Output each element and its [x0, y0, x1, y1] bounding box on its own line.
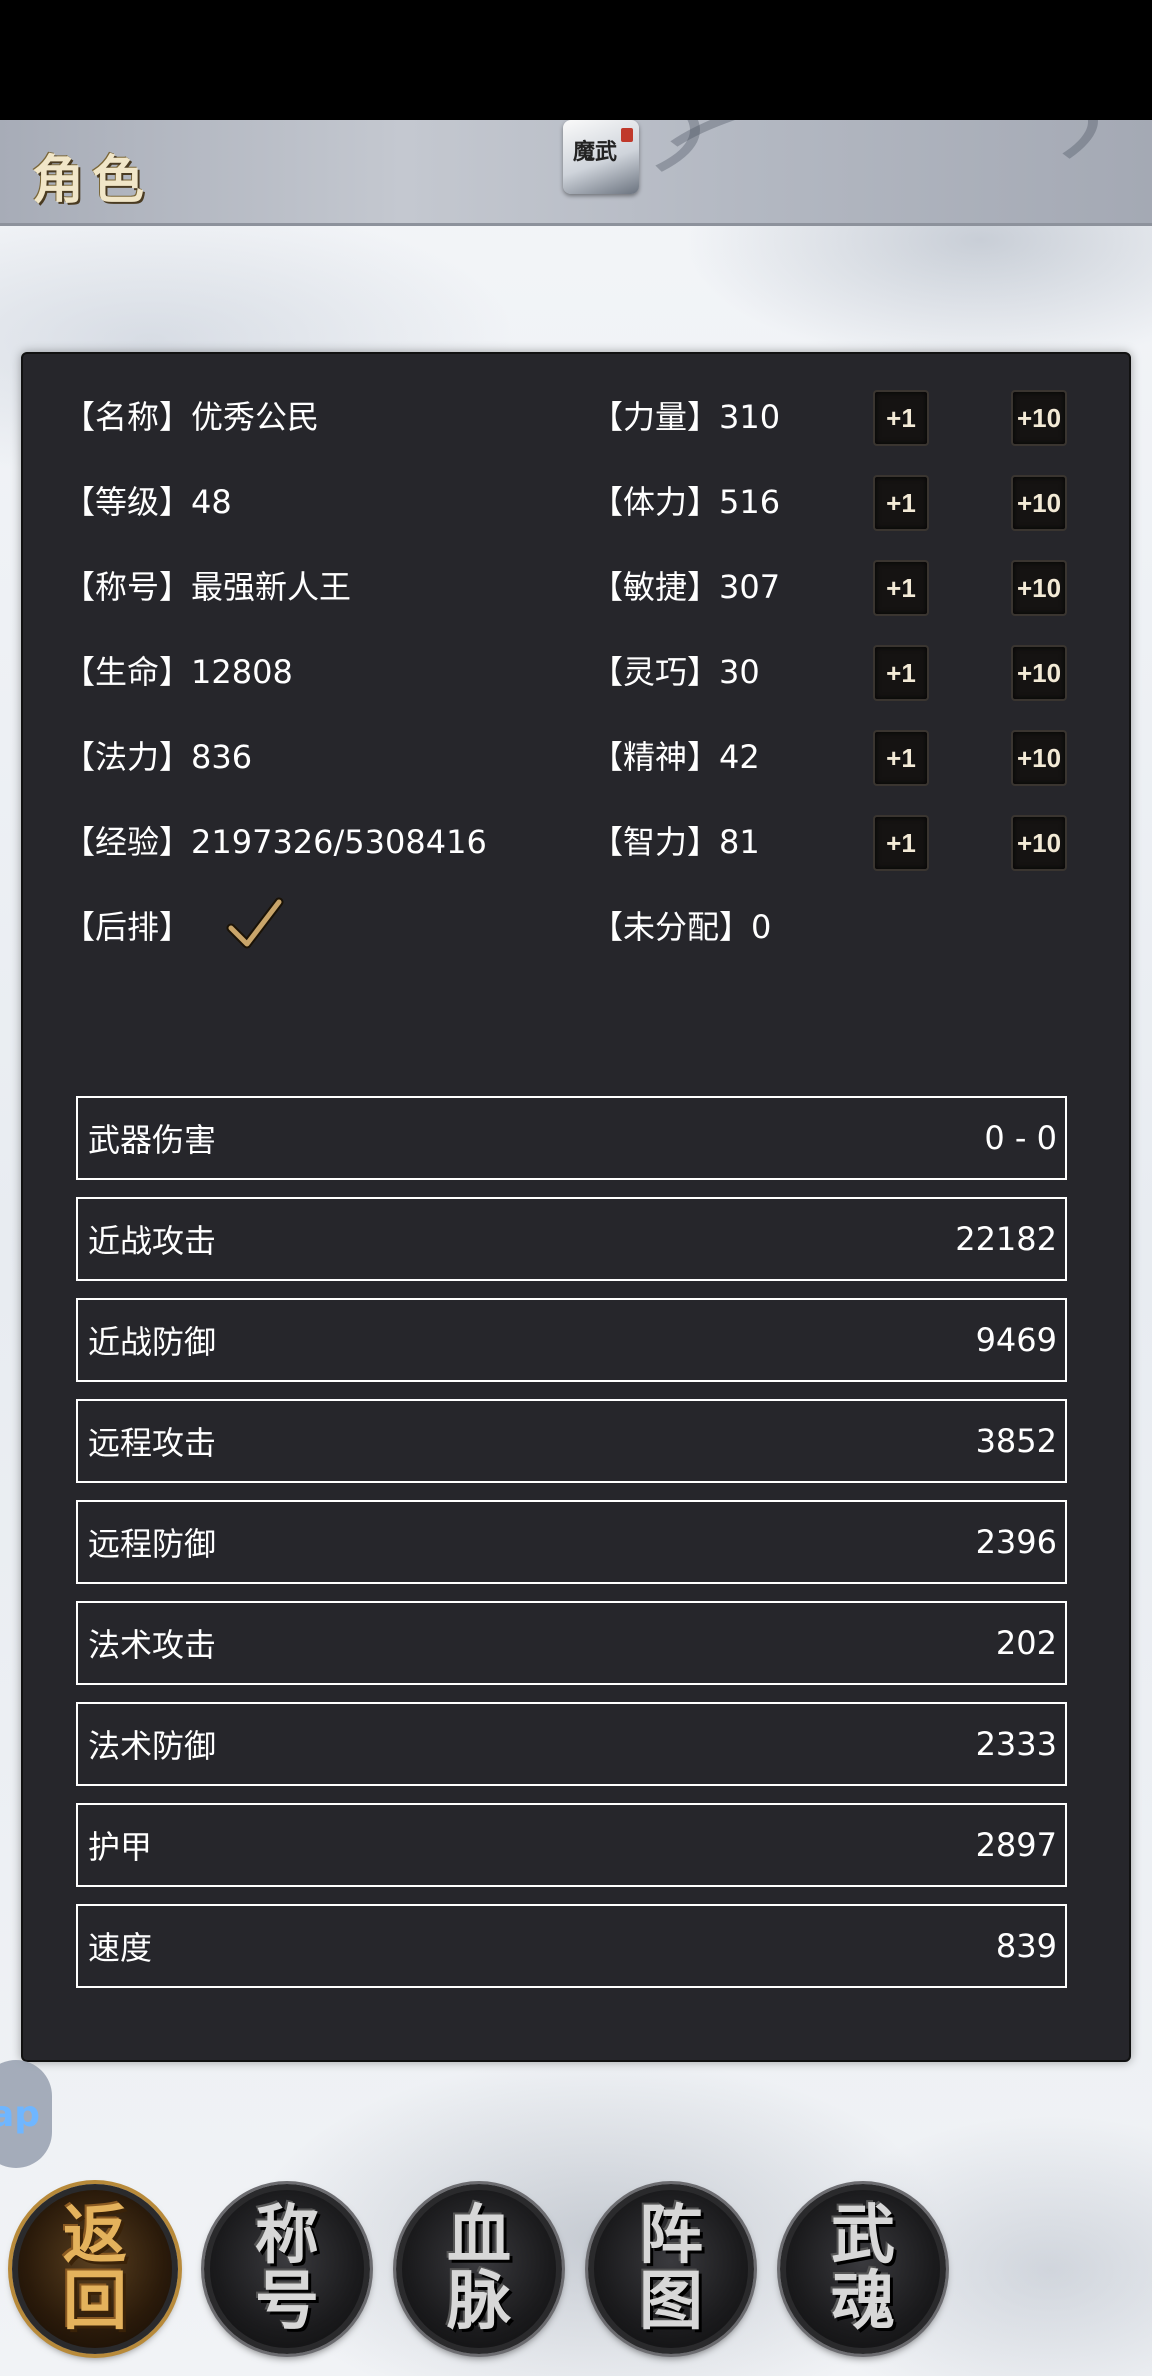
- intellect-plus1-button[interactable]: +1: [873, 815, 929, 871]
- app-logo: 魔武: [563, 120, 639, 194]
- nav-title-button[interactable]: 称 号: [204, 2184, 370, 2354]
- logo-mark: [621, 128, 633, 142]
- strength-label: 【力量】310: [591, 398, 781, 436]
- nav-char: 图: [639, 2264, 703, 2339]
- stat-value: 3852: [975, 1422, 1057, 1460]
- nav-char: 号: [255, 2264, 319, 2339]
- nav-char: 血: [447, 2198, 511, 2273]
- stat-row-ranged-defense: 远程防御 2396: [76, 1500, 1067, 1584]
- name-label: 【名称】优秀公民: [63, 398, 320, 436]
- header-bar: 角色 魔武: [0, 120, 1152, 226]
- nav-char: 阵: [639, 2198, 703, 2273]
- nav-formation-button[interactable]: 阵 图: [588, 2184, 754, 2354]
- stat-row-armor: 护甲 2897: [76, 1803, 1067, 1887]
- stat-value: 9469: [975, 1321, 1057, 1359]
- ink-swirl-decoration: [632, 120, 1108, 223]
- exp-label: 【经验】2197326/5308416: [63, 823, 487, 861]
- stat-value: 22182: [955, 1220, 1057, 1258]
- dexterity-label: 【灵巧】30: [591, 653, 760, 691]
- stat-name: 远程攻击: [88, 1424, 217, 1462]
- nav-char: 回: [63, 2264, 127, 2339]
- spirit-label: 【精神】42: [591, 738, 760, 776]
- stat-name: 近战攻击: [88, 1222, 217, 1260]
- title-label: 【称号】最强新人王: [63, 568, 352, 606]
- stat-name: 法术防御: [88, 1727, 217, 1765]
- nav-char: 脉: [447, 2264, 511, 2339]
- stat-row-melee-attack: 近战攻击 22182: [76, 1197, 1067, 1281]
- stamina-plus10-button[interactable]: +10: [1011, 475, 1067, 531]
- stat-row-magic-attack: 法术攻击 202: [76, 1601, 1067, 1685]
- stat-value: 202: [995, 1624, 1057, 1662]
- spirit-plus1-button[interactable]: +1: [873, 730, 929, 786]
- status-bar: [0, 0, 1152, 120]
- stat-name: 远程防御: [88, 1525, 217, 1563]
- agility-plus1-button[interactable]: +1: [873, 560, 929, 616]
- stat-row-weapon-damage: 武器伤害 0 - 0: [76, 1096, 1067, 1180]
- stat-name: 护甲: [88, 1828, 153, 1866]
- unallocated-label: 【未分配】0: [591, 908, 772, 946]
- stat-value: 2396: [975, 1523, 1057, 1561]
- dexterity-plus10-button[interactable]: +10: [1011, 645, 1067, 701]
- nav-martial-soul-button[interactable]: 武 魂: [780, 2184, 946, 2354]
- level-label: 【等级】48: [63, 483, 232, 521]
- stat-value: 2333: [975, 1725, 1057, 1763]
- nav-back-button[interactable]: 返 回: [12, 2184, 178, 2354]
- intellect-plus10-button[interactable]: +10: [1011, 815, 1067, 871]
- character-panel: 【名称】优秀公民 【等级】48 【称号】最强新人王 【生命】12808 【法力】…: [21, 352, 1131, 2062]
- stat-name: 武器伤害: [88, 1121, 217, 1159]
- stat-row-melee-defense: 近战防御 9469: [76, 1298, 1067, 1382]
- agility-plus10-button[interactable]: +10: [1011, 560, 1067, 616]
- stat-value: 839: [995, 1927, 1057, 1965]
- hp-label: 【生命】12808: [63, 653, 293, 691]
- mp-label: 【法力】836: [63, 738, 253, 776]
- page-title: 角色: [32, 150, 153, 211]
- side-floating-tab[interactable]: ap: [0, 2060, 52, 2168]
- stat-row-magic-defense: 法术防御 2333: [76, 1702, 1067, 1786]
- dexterity-plus1-button[interactable]: +1: [873, 645, 929, 701]
- strength-plus1-button[interactable]: +1: [873, 390, 929, 446]
- nav-bloodline-button[interactable]: 血 脉: [396, 2184, 562, 2354]
- intellect-label: 【智力】81: [591, 823, 760, 861]
- back-row-checkbox[interactable]: [223, 894, 285, 956]
- agility-label: 【敏捷】307: [591, 568, 781, 606]
- stat-row-speed: 速度 839: [76, 1904, 1067, 1988]
- nav-char: 称: [255, 2198, 319, 2273]
- nav-char: 返: [63, 2198, 127, 2273]
- back-row-label: 【后排】: [63, 908, 192, 946]
- stat-name: 近战防御: [88, 1323, 217, 1361]
- stat-name: 法术攻击: [88, 1626, 217, 1664]
- spirit-plus10-button[interactable]: +10: [1011, 730, 1067, 786]
- side-tab-label: ap: [0, 2093, 40, 2135]
- nav-char: 魂: [831, 2264, 895, 2339]
- stat-name: 速度: [88, 1929, 153, 1967]
- logo-text: 魔武: [573, 139, 618, 165]
- strength-plus10-button[interactable]: +10: [1011, 390, 1067, 446]
- stat-row-ranged-attack: 远程攻击 3852: [76, 1399, 1067, 1483]
- nav-char: 武: [831, 2198, 895, 2273]
- stamina-plus1-button[interactable]: +1: [873, 475, 929, 531]
- stat-value: 2897: [975, 1826, 1057, 1864]
- stamina-label: 【体力】516: [591, 483, 781, 521]
- stat-value: 0 - 0: [984, 1119, 1057, 1157]
